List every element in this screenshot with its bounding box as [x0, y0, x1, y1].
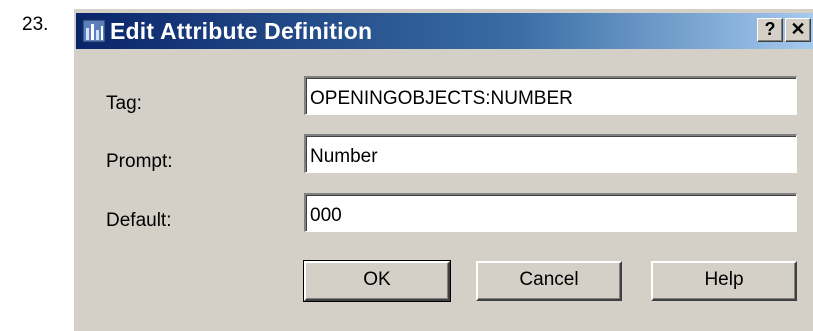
help-button[interactable]: Help — [651, 261, 797, 301]
tag-label: Tag: — [106, 93, 142, 114]
tag-input[interactable] — [304, 76, 797, 115]
window-title: Edit Attribute Definition — [110, 17, 373, 44]
prompt-label: Prompt: — [106, 151, 173, 172]
close-button[interactable]: ✕ — [785, 18, 811, 42]
default-input[interactable] — [304, 193, 797, 232]
cancel-button[interactable]: Cancel — [476, 261, 622, 301]
title-bar[interactable]: Edit Attribute Definition ? ✕ — [76, 13, 813, 49]
step-number: 23. — [22, 14, 49, 35]
prompt-input[interactable] — [304, 134, 797, 173]
title-buttons: ? ✕ — [757, 18, 811, 42]
edit-attribute-definition-dialog: Edit Attribute Definition ? ✕ Tag: Promp… — [72, 7, 813, 331]
default-label: Default: — [106, 210, 172, 231]
ok-button[interactable]: OK — [303, 260, 451, 302]
help-title-button[interactable]: ? — [757, 18, 783, 42]
app-icon — [82, 19, 106, 43]
